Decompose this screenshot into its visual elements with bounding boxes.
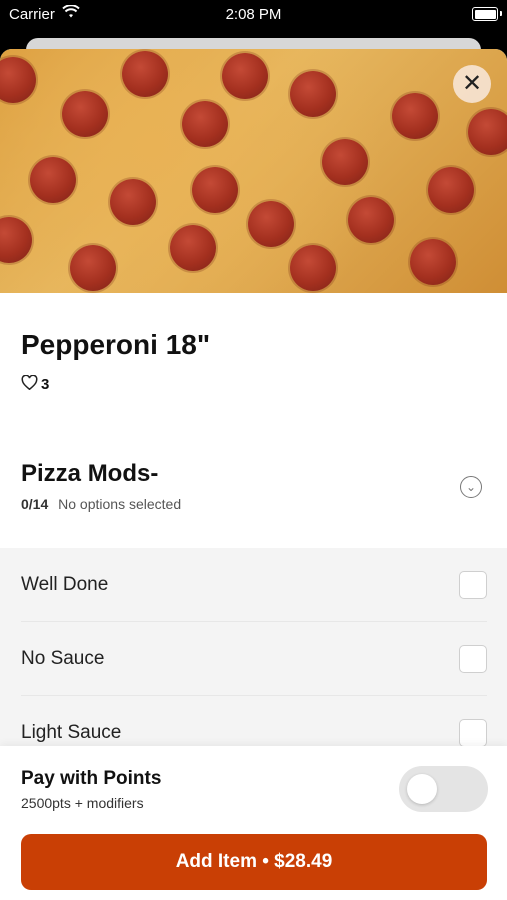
like-button[interactable]: 3 [21, 374, 50, 394]
option-checkbox[interactable] [459, 718, 487, 747]
modifier-group-title: Pizza Mods- [21, 460, 159, 487]
points-title: Pay with Points [21, 768, 162, 789]
heart-icon [21, 374, 38, 394]
modifier-options-list: Well Done No Sauce Light Sauce [0, 548, 507, 770]
pizza-photo [0, 49, 507, 293]
option-label: No Sauce [21, 647, 105, 669]
pay-with-points-toggle[interactable] [399, 766, 488, 812]
option-checkbox[interactable] [459, 644, 487, 673]
option-checkbox[interactable] [459, 570, 487, 599]
checkout-panel: Pay with Points 2500pts + modifiers Add … [0, 746, 507, 900]
modifier-count: 0/14 [21, 496, 49, 512]
battery-icon [472, 7, 498, 21]
add-item-button[interactable]: Add Item • $28.49 [21, 834, 487, 890]
status-time: 2:08 PM [225, 6, 282, 23]
close-button[interactable]: ✕ [453, 65, 491, 103]
item-title: Pepperoni 18" [21, 329, 211, 360]
toggle-knob [407, 774, 437, 804]
close-icon: ✕ [461, 70, 483, 97]
list-item[interactable]: Well Done [21, 548, 487, 622]
chevron-down-icon[interactable]: ⌄ [460, 476, 482, 498]
modifier-group-status: 0/14 No options selected [21, 496, 181, 512]
like-count: 3 [41, 376, 50, 393]
modifier-selection-status: No options selected [58, 496, 182, 512]
status-bar: Carrier 2:08 PM [0, 0, 507, 30]
item-detail-sheet: ✕ Pepperoni 18" 3 Pizza Mods- 0/14 No op… [0, 49, 507, 900]
option-label: Well Done [21, 573, 109, 595]
list-item[interactable]: No Sauce [21, 622, 487, 696]
battery-cap [500, 11, 502, 16]
points-subtitle: 2500pts + modifiers [21, 795, 144, 811]
option-label: Light Sauce [21, 721, 122, 743]
